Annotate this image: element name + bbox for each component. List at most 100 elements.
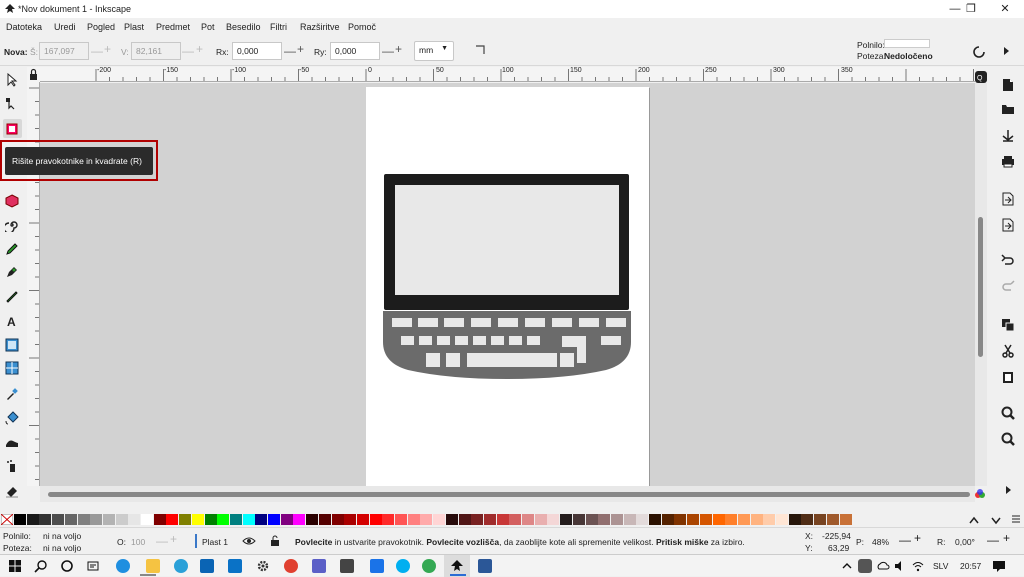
rotation-input[interactable]: 0,00° bbox=[955, 537, 975, 547]
palette-swatch[interactable] bbox=[433, 514, 446, 525]
calligraphy-tool-icon[interactable] bbox=[5, 289, 19, 303]
palette-swatch[interactable] bbox=[826, 514, 839, 525]
cut-icon[interactable] bbox=[1001, 344, 1015, 358]
paste-icon[interactable] bbox=[1001, 370, 1015, 384]
input-language[interactable]: SLV bbox=[933, 561, 948, 571]
palette-swatch[interactable] bbox=[179, 514, 192, 525]
edge-legacy-icon[interactable] bbox=[174, 559, 188, 573]
ry-increment-button[interactable]: + bbox=[395, 42, 402, 56]
height-decrement-button[interactable]: — bbox=[182, 44, 194, 58]
tweak-tool-icon[interactable] bbox=[5, 435, 19, 449]
palette-swatch[interactable] bbox=[560, 514, 573, 525]
paint-bucket-tool-icon[interactable] bbox=[5, 411, 19, 425]
palette-swatch[interactable] bbox=[712, 514, 725, 525]
menu-extensions[interactable]: Razširitve bbox=[300, 22, 340, 32]
menu-filters[interactable]: Filtri bbox=[270, 22, 287, 32]
status-stroke-value[interactable]: ni na voljo bbox=[43, 543, 81, 553]
ry-input[interactable]: 0,000 bbox=[330, 42, 380, 60]
opacity-increment-button[interactable]: + bbox=[170, 532, 177, 546]
palette-swatch[interactable] bbox=[522, 514, 534, 525]
width-decrement-button[interactable]: — bbox=[91, 44, 103, 58]
new-document-icon[interactable] bbox=[1001, 78, 1015, 92]
palette-swatch[interactable] bbox=[814, 514, 827, 525]
palette-swatch[interactable] bbox=[649, 514, 661, 525]
rotate-ccw-button[interactable]: — bbox=[987, 533, 999, 547]
palette-swatch[interactable] bbox=[141, 514, 153, 525]
palette-swatch[interactable] bbox=[788, 514, 801, 525]
palette-swatch[interactable] bbox=[306, 514, 319, 525]
menu-edit[interactable]: Uredi bbox=[54, 22, 76, 32]
ry-decrement-button[interactable]: — bbox=[382, 44, 394, 58]
palette-swatch[interactable] bbox=[610, 514, 623, 525]
menu-layer[interactable]: Plast bbox=[124, 22, 144, 32]
width-input[interactable]: 167,097 bbox=[39, 42, 89, 60]
palette-swatch[interactable] bbox=[509, 514, 522, 525]
unit-select[interactable]: mm ▼ bbox=[414, 41, 454, 61]
palette-swatch[interactable] bbox=[839, 514, 852, 525]
save-icon[interactable] bbox=[1001, 128, 1015, 142]
palette-swatch[interactable] bbox=[356, 514, 369, 525]
palette-swatch[interactable] bbox=[687, 514, 700, 525]
palette-swatch[interactable] bbox=[801, 514, 814, 525]
unlock-icon[interactable] bbox=[270, 535, 280, 547]
palette-swatch[interactable] bbox=[77, 514, 90, 525]
chrome-profile-icon[interactable] bbox=[422, 559, 436, 573]
palette-swatch[interactable] bbox=[191, 514, 204, 525]
palette-swatch[interactable] bbox=[369, 514, 382, 525]
menu-object[interactable]: Predmet bbox=[156, 22, 190, 32]
rotate-cw-button[interactable]: + bbox=[1003, 531, 1010, 545]
chevron-up-icon[interactable] bbox=[840, 559, 854, 573]
palette-scroll-down-icon[interactable] bbox=[990, 514, 1002, 526]
battery-icon[interactable] bbox=[858, 559, 872, 573]
volume-icon[interactable] bbox=[893, 559, 907, 573]
mesh-tool-icon[interactable] bbox=[5, 361, 19, 375]
notifications-icon[interactable] bbox=[992, 559, 1006, 573]
search-icon[interactable] bbox=[34, 559, 48, 573]
palette-swatch[interactable] bbox=[763, 514, 776, 525]
vertical-scrollbar[interactable] bbox=[975, 83, 987, 486]
palette-swatch[interactable] bbox=[585, 514, 598, 525]
palette-menu-icon[interactable] bbox=[1010, 513, 1022, 526]
palette-swatch[interactable] bbox=[90, 514, 103, 525]
word-icon[interactable] bbox=[478, 559, 492, 573]
palette-scroll-up-icon[interactable] bbox=[968, 514, 980, 526]
palette-swatch[interactable] bbox=[204, 514, 217, 525]
palette-swatch[interactable] bbox=[407, 514, 420, 525]
palette-swatch[interactable] bbox=[445, 514, 458, 525]
chrome-icon[interactable] bbox=[284, 559, 298, 573]
horizontal-scroll-thumb[interactable] bbox=[48, 492, 970, 497]
eraser-tool-icon[interactable] bbox=[5, 484, 19, 498]
outlook-icon[interactable] bbox=[228, 559, 242, 573]
chevron-right-icon[interactable] bbox=[1000, 45, 1012, 57]
menu-file[interactable]: Datoteka bbox=[6, 22, 42, 32]
height-increment-button[interactable]: + bbox=[196, 42, 203, 56]
palette-swatch[interactable] bbox=[318, 514, 331, 525]
rectangle-tool-icon[interactable] bbox=[5, 122, 19, 136]
menu-text[interactable]: Besedilo bbox=[226, 22, 261, 32]
zoom-indicator-icon[interactable]: Q bbox=[974, 70, 988, 84]
palette-swatch[interactable] bbox=[268, 514, 280, 525]
palette-swatch[interactable] bbox=[737, 514, 750, 525]
wifi-icon[interactable] bbox=[911, 559, 925, 573]
palette-swatch[interactable] bbox=[102, 514, 115, 525]
document-page[interactable] bbox=[366, 87, 649, 486]
palette-swatch[interactable] bbox=[217, 514, 230, 525]
snap-toggle-icon[interactable] bbox=[972, 45, 986, 59]
palette-swatch[interactable] bbox=[725, 514, 738, 525]
palette-swatch[interactable] bbox=[534, 514, 547, 525]
palette-swatch[interactable] bbox=[280, 514, 293, 525]
palette-swatch[interactable] bbox=[420, 514, 433, 525]
rx-input[interactable]: 0,000 bbox=[232, 42, 282, 60]
menu-path[interactable]: Pot bbox=[201, 22, 215, 32]
print-icon[interactable] bbox=[1001, 154, 1015, 168]
open-folder-icon[interactable] bbox=[1001, 102, 1015, 116]
edge-browser-icon[interactable] bbox=[116, 559, 130, 573]
width-increment-button[interactable]: + bbox=[104, 42, 111, 56]
rx-increment-button[interactable]: + bbox=[297, 42, 304, 56]
vertical-scroll-thumb[interactable] bbox=[978, 217, 983, 357]
store-icon[interactable] bbox=[200, 559, 214, 573]
export-icon[interactable] bbox=[1001, 218, 1015, 232]
copy-icon[interactable] bbox=[1001, 318, 1015, 332]
current-layer-name[interactable]: Plast 1 bbox=[202, 537, 228, 547]
palette-swatch[interactable] bbox=[674, 514, 687, 525]
